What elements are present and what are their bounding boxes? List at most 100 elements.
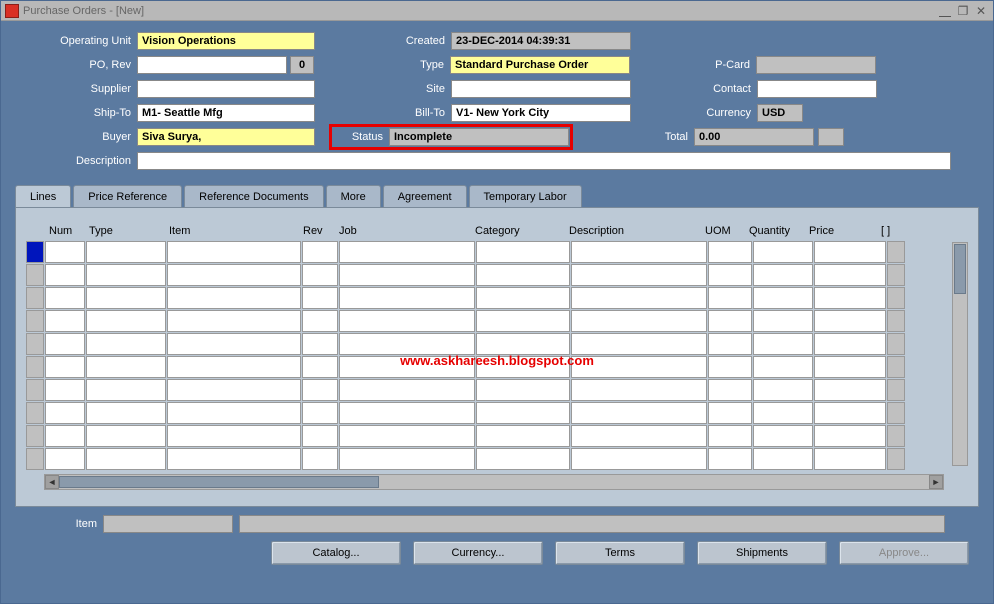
grid-cell[interactable]	[753, 287, 813, 309]
table-row[interactable]	[26, 425, 968, 447]
grid-cell[interactable]	[476, 264, 570, 286]
column-header-quantity[interactable]: Quantity	[745, 222, 805, 240]
grid-cell[interactable]	[753, 425, 813, 447]
grid-cell[interactable]	[302, 333, 338, 355]
grid-cell[interactable]	[708, 333, 752, 355]
grid-cell[interactable]	[86, 425, 166, 447]
buyer-field[interactable]	[137, 128, 315, 146]
row-selector[interactable]	[26, 425, 44, 447]
grid-cell[interactable]	[753, 310, 813, 332]
column-header-category[interactable]: Category	[471, 222, 565, 240]
tab-temporary-labor[interactable]: Temporary Labor	[469, 185, 582, 207]
grid-cell[interactable]	[476, 402, 570, 424]
grid-cell[interactable]	[45, 425, 85, 447]
grid-cell[interactable]	[708, 402, 752, 424]
grid-cell[interactable]	[45, 264, 85, 286]
grid-cell[interactable]	[753, 241, 813, 263]
grid-cell[interactable]	[571, 448, 707, 470]
row-selector[interactable]	[26, 356, 44, 378]
grid-cell[interactable]	[887, 402, 905, 424]
row-selector[interactable]	[26, 402, 44, 424]
tab-price-reference[interactable]: Price Reference	[73, 185, 182, 207]
grid-cell[interactable]	[476, 310, 570, 332]
grid-cell[interactable]	[814, 379, 886, 401]
scroll-thumb-vertical[interactable]	[954, 244, 966, 294]
grid-cell[interactable]	[86, 379, 166, 401]
grid-cell[interactable]	[45, 379, 85, 401]
grid-cell[interactable]	[86, 310, 166, 332]
grid-cell[interactable]	[814, 287, 886, 309]
horizontal-scrollbar[interactable]: ◄ ►	[44, 474, 944, 490]
grid-cell[interactable]	[167, 310, 301, 332]
grid-cell[interactable]	[339, 287, 475, 309]
grid-cell[interactable]	[302, 379, 338, 401]
currency-button[interactable]: Currency...	[413, 541, 543, 565]
grid-cell[interactable]	[708, 356, 752, 378]
catalog-button[interactable]: Catalog...	[271, 541, 401, 565]
grid-cell[interactable]	[887, 287, 905, 309]
grid-cell[interactable]	[887, 425, 905, 447]
column-header-num[interactable]: Num	[45, 222, 85, 240]
approve-button[interactable]: Approve...	[839, 541, 969, 565]
site-field[interactable]	[451, 80, 631, 98]
grid-cell[interactable]	[45, 333, 85, 355]
tab-reference-documents[interactable]: Reference Documents	[184, 185, 323, 207]
vertical-scrollbar[interactable]	[952, 242, 968, 466]
grid-cell[interactable]	[45, 448, 85, 470]
grid-cell[interactable]	[571, 264, 707, 286]
ship-to-field[interactable]	[137, 104, 315, 122]
grid-cell[interactable]	[167, 241, 301, 263]
grid-cell[interactable]	[887, 264, 905, 286]
grid-cell[interactable]	[45, 241, 85, 263]
grid-cell[interactable]	[571, 333, 707, 355]
grid-cell[interactable]	[86, 287, 166, 309]
grid-cell[interactable]	[571, 310, 707, 332]
grid-cell[interactable]	[571, 402, 707, 424]
grid-cell[interactable]	[571, 425, 707, 447]
contact-field[interactable]	[757, 80, 877, 98]
table-row[interactable]	[26, 379, 968, 401]
grid-cell[interactable]	[86, 402, 166, 424]
grid-cell[interactable]	[339, 448, 475, 470]
grid-cell[interactable]	[814, 333, 886, 355]
grid-cell[interactable]	[814, 402, 886, 424]
restore-icon[interactable]: ❐	[955, 4, 971, 18]
grid-cell[interactable]	[476, 241, 570, 263]
grid-cell[interactable]	[167, 425, 301, 447]
column-header-[interactable]: [ ]	[877, 222, 895, 240]
grid-cell[interactable]	[708, 241, 752, 263]
grid-cell[interactable]	[86, 264, 166, 286]
grid-cell[interactable]	[571, 356, 707, 378]
column-header-price[interactable]: Price	[805, 222, 877, 240]
column-header-job[interactable]: Job	[335, 222, 471, 240]
row-selector[interactable]	[26, 264, 44, 286]
minimize-icon[interactable]: ⎽	[937, 4, 953, 18]
grid-cell[interactable]	[45, 402, 85, 424]
supplier-field[interactable]	[137, 80, 315, 98]
grid-cell[interactable]	[571, 241, 707, 263]
scroll-right-icon[interactable]: ►	[929, 475, 943, 489]
grid-cell[interactable]	[476, 448, 570, 470]
row-selector[interactable]	[26, 333, 44, 355]
grid-cell[interactable]	[753, 356, 813, 378]
column-header-type[interactable]: Type	[85, 222, 165, 240]
grid-cell[interactable]	[887, 356, 905, 378]
po-field[interactable]	[137, 56, 287, 74]
close-icon[interactable]: ✕	[973, 4, 989, 18]
column-header-uom[interactable]: UOM	[701, 222, 745, 240]
grid-cell[interactable]	[753, 333, 813, 355]
row-selector[interactable]	[26, 379, 44, 401]
grid-cell[interactable]	[45, 310, 85, 332]
tab-agreement[interactable]: Agreement	[383, 185, 467, 207]
grid-cell[interactable]	[167, 356, 301, 378]
grid-cell[interactable]	[45, 287, 85, 309]
grid-cell[interactable]	[887, 333, 905, 355]
column-header-description[interactable]: Description	[565, 222, 701, 240]
grid-cell[interactable]	[86, 333, 166, 355]
grid-cell[interactable]	[302, 264, 338, 286]
grid-cell[interactable]	[708, 287, 752, 309]
grid-cell[interactable]	[814, 310, 886, 332]
grid-cell[interactable]	[86, 448, 166, 470]
grid-cell[interactable]	[167, 333, 301, 355]
grid-cell[interactable]	[753, 448, 813, 470]
